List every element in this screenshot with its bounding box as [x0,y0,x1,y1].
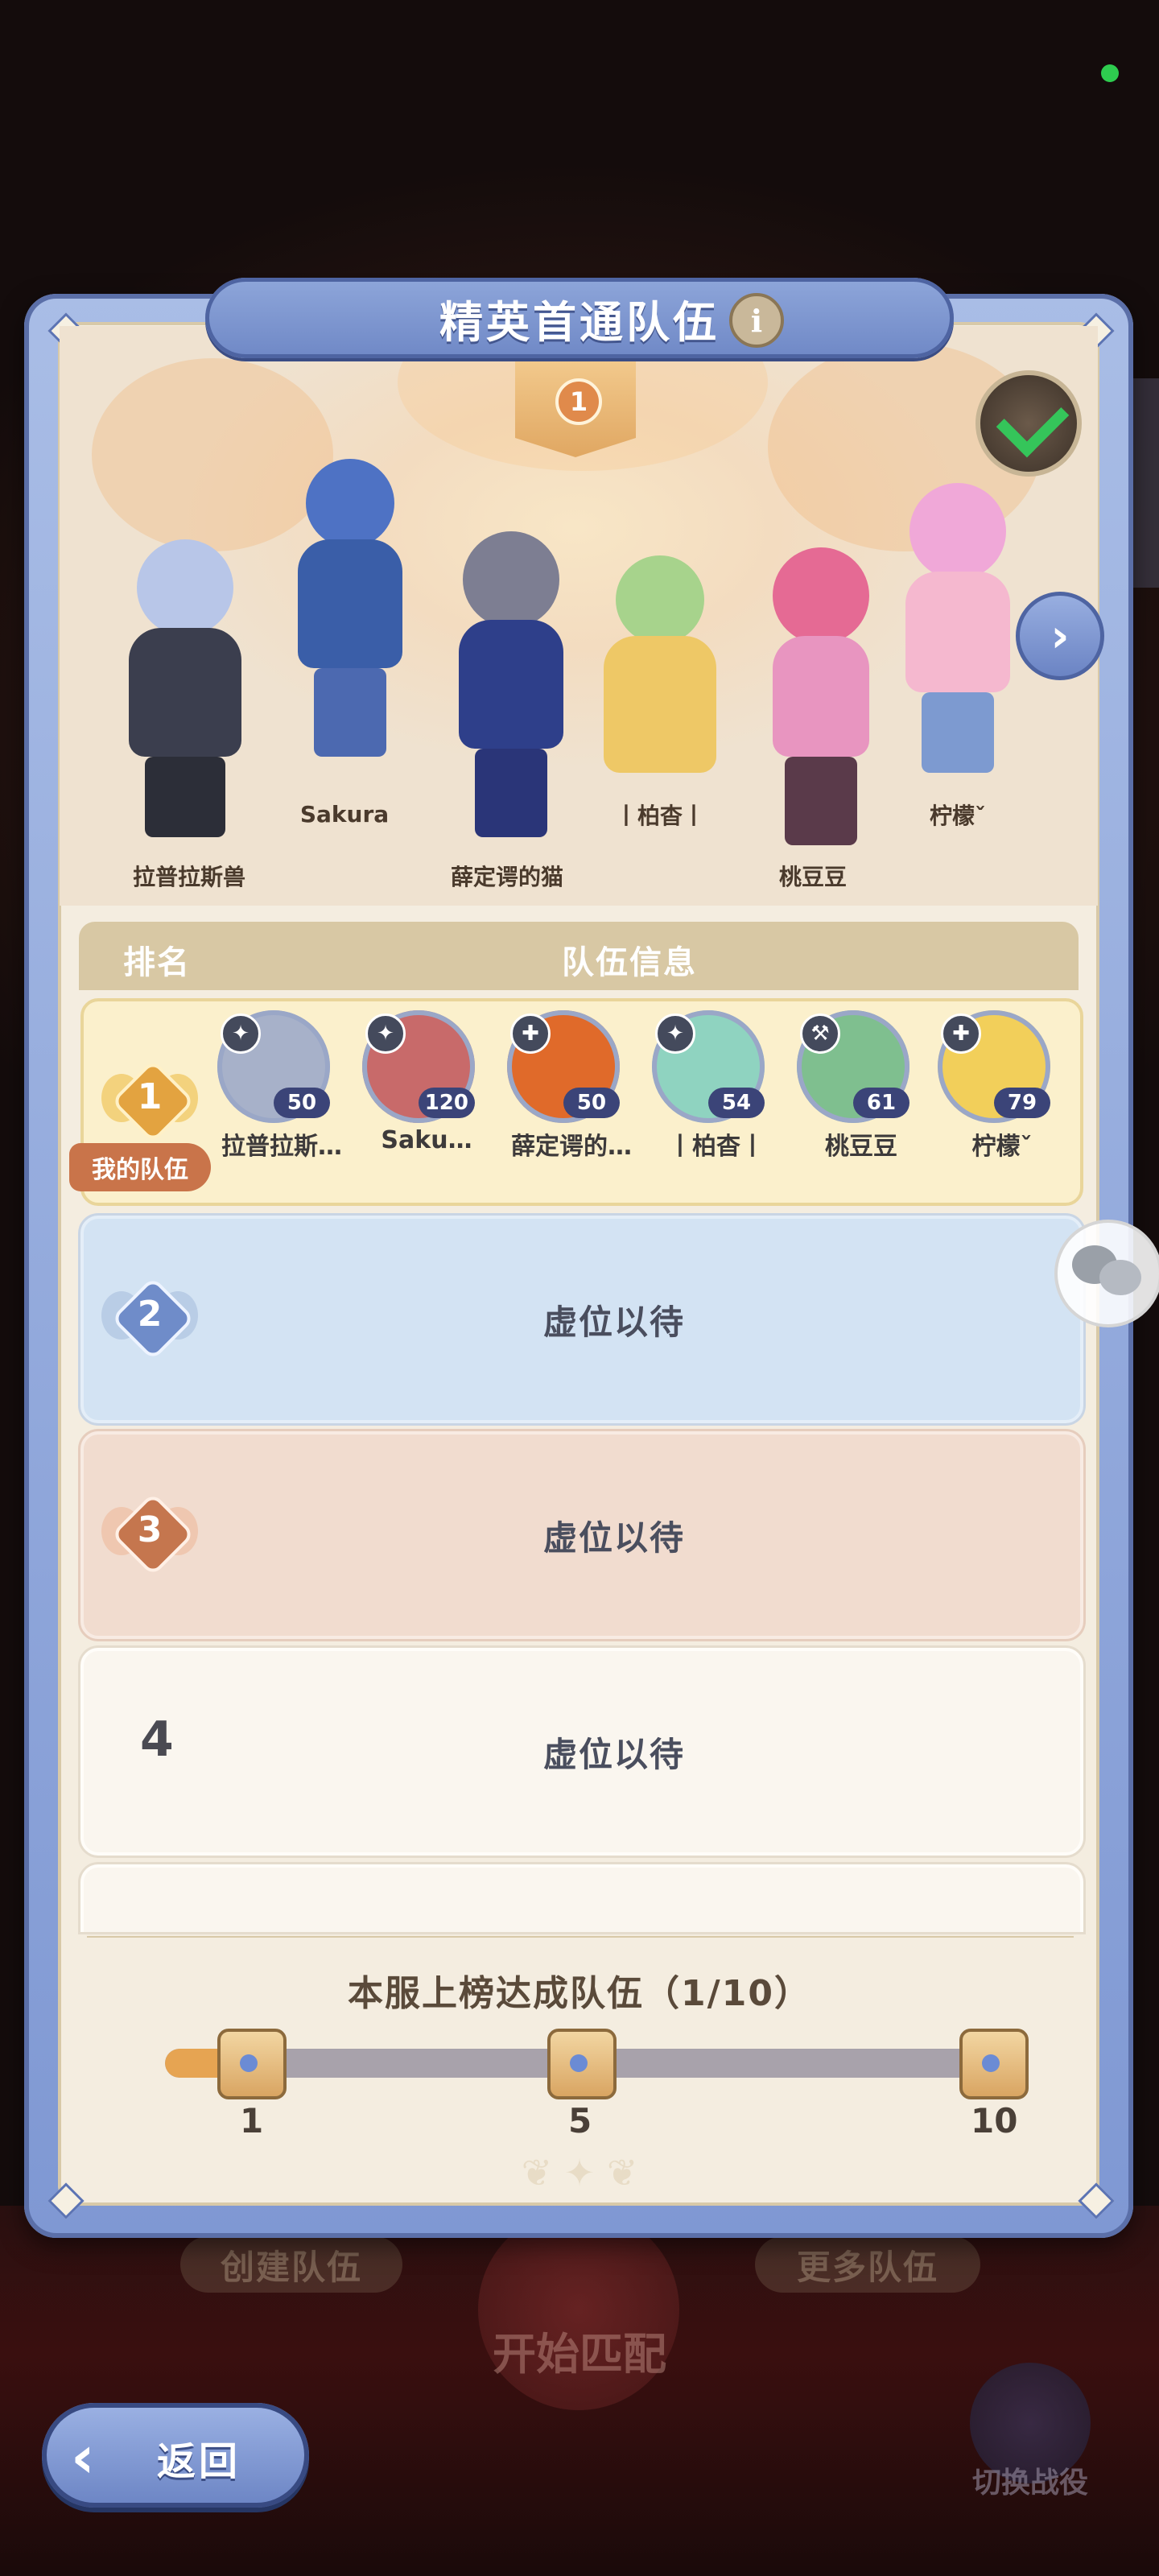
reward-chest[interactable] [959,2029,1029,2099]
team-member[interactable]: ✦ 54 丨柏杳丨 [652,1010,773,1162]
member-name: Saku… [381,1126,472,1154]
member-name: 丨柏杳丨 [668,1133,765,1161]
start-match-label: 开始匹配 [493,2329,666,2380]
team-member[interactable]: ⚒ 61 桃豆豆 [797,1010,918,1162]
rank-number: 1 [137,1076,163,1117]
leaderboard-row[interactable] [80,1864,1083,1932]
back-arrow-icon: ‹ [71,2423,95,2491]
my-team-tag: 我的队伍 [69,1143,211,1191]
avatar: ✦ 54 [652,1010,765,1123]
table-header: 排名 队伍信息 [79,922,1079,990]
showcase-character-name: 丨柏杳丨 [614,803,705,829]
character-body [905,572,1010,692]
member-name: 拉普拉斯… [221,1133,342,1161]
character-head [773,547,869,644]
team-member[interactable]: ✚ 79 柠檬ˇ [938,1010,1058,1162]
team-member[interactable]: ✦ 120 Saku… [362,1010,483,1154]
member-name: 柠檬ˇ [971,1133,1033,1161]
class-icon: ✚ [941,1013,981,1054]
leaderboard-row[interactable]: 4 虚位以待 [80,1648,1083,1856]
showcase-character-name: 柠檬ˇ [929,803,986,829]
panel-title: 精英首通队伍 [439,296,720,348]
character-head [909,483,1006,580]
showcase-character-name: 桃豆豆 [778,864,847,890]
column-header-team-info: 队伍信息 [562,944,697,981]
class-icon: ✦ [655,1013,695,1054]
character-body [459,620,563,749]
team-member[interactable]: ✦ 50 拉普拉斯… [217,1010,342,1162]
switch-campaign-label: 切换战役 [971,2467,1088,2500]
level-badge: 61 [853,1088,909,1118]
back-button-label: 返回 [157,2439,241,2484]
reward-chest[interactable] [547,2029,617,2099]
avatar: ✚ 79 [938,1010,1050,1123]
character-legs [475,749,547,837]
level-badge: 120 [418,1088,475,1118]
title-banner: 精英首通队伍 [205,278,954,358]
vacant-placeholder: 虚位以待 [542,1734,685,1774]
character-legs [785,757,857,845]
milestone-label: 10 [971,2101,1018,2140]
vacant-placeholder: 虚位以待 [542,1302,685,1342]
showcase-character-name: 拉普拉斯兽 [132,864,245,890]
avatar: ✚ 50 [507,1010,620,1123]
class-icon: ✚ [510,1013,551,1054]
vacant-placeholder: 虚位以待 [542,1517,685,1558]
member-name: 桃豆豆 [825,1133,897,1161]
character-body [298,539,402,668]
character-head [463,531,559,628]
chat-bubble-icon [1099,1260,1141,1295]
member-name: 薛定谔的… [511,1133,632,1161]
next-team-button[interactable]: › [1016,592,1104,680]
info-icon[interactable]: i [729,293,784,348]
level-badge: 50 [563,1088,620,1118]
avatar: ✦ 50 [217,1010,330,1123]
reward-chest-opened[interactable] [217,2029,287,2099]
team-member[interactable]: ✚ 50 薛定谔的… [507,1010,632,1162]
avatar: ✦ 120 [362,1010,475,1123]
chat-button[interactable] [1054,1220,1159,1327]
level-badge: 79 [994,1088,1050,1118]
character-figure [588,547,732,821]
character-legs [922,692,994,773]
character-figure [89,515,274,853]
showcase-character-name: 薛定谔的猫 [450,864,563,890]
milestone-label: 5 [568,2101,592,2140]
column-header-rank: 排名 [123,944,191,981]
level-badge: 54 [708,1088,765,1118]
character-figure [419,499,604,853]
footer-ornament: ❦ ✦ ❦ [521,2151,638,2194]
character-legs [314,668,386,757]
class-icon: ✦ [221,1013,261,1054]
section-divider [87,1936,1074,1938]
chevron-right-icon: › [1050,609,1070,663]
leaderboard-row[interactable]: 3 虚位以待 [80,1431,1083,1639]
character-body [604,636,716,773]
class-icon: ⚒ [800,1013,840,1054]
milestone-label: 1 [240,2101,264,2140]
character-body [129,628,241,757]
character-head [616,555,704,644]
character-body [773,636,869,757]
character-head [137,539,233,636]
crown-check-button[interactable] [975,370,1082,477]
character-legs [145,757,225,837]
progress-title: 本服上榜达成队伍（1/10） [348,1973,811,2014]
character-figure [740,531,901,869]
leaderboard-row[interactable]: 2 虚位以待 [80,1216,1083,1423]
check-icon [996,384,1070,458]
status-indicator-dot [1101,64,1119,82]
character-head [306,459,394,547]
character-figure [266,451,427,789]
create-team-button[interactable]: 创建队伍 [180,2236,402,2293]
rank-badge-gold: 1 [101,1050,198,1146]
level-badge: 50 [274,1088,330,1118]
showcase-character-name: Sakura [299,801,390,828]
avatar: ⚒ 61 [797,1010,909,1123]
character-figure [885,475,1030,805]
showcase-rank-number: 1 [555,378,602,425]
class-icon: ✦ [365,1013,406,1054]
more-teams-button[interactable]: 更多队伍 [755,2236,980,2293]
